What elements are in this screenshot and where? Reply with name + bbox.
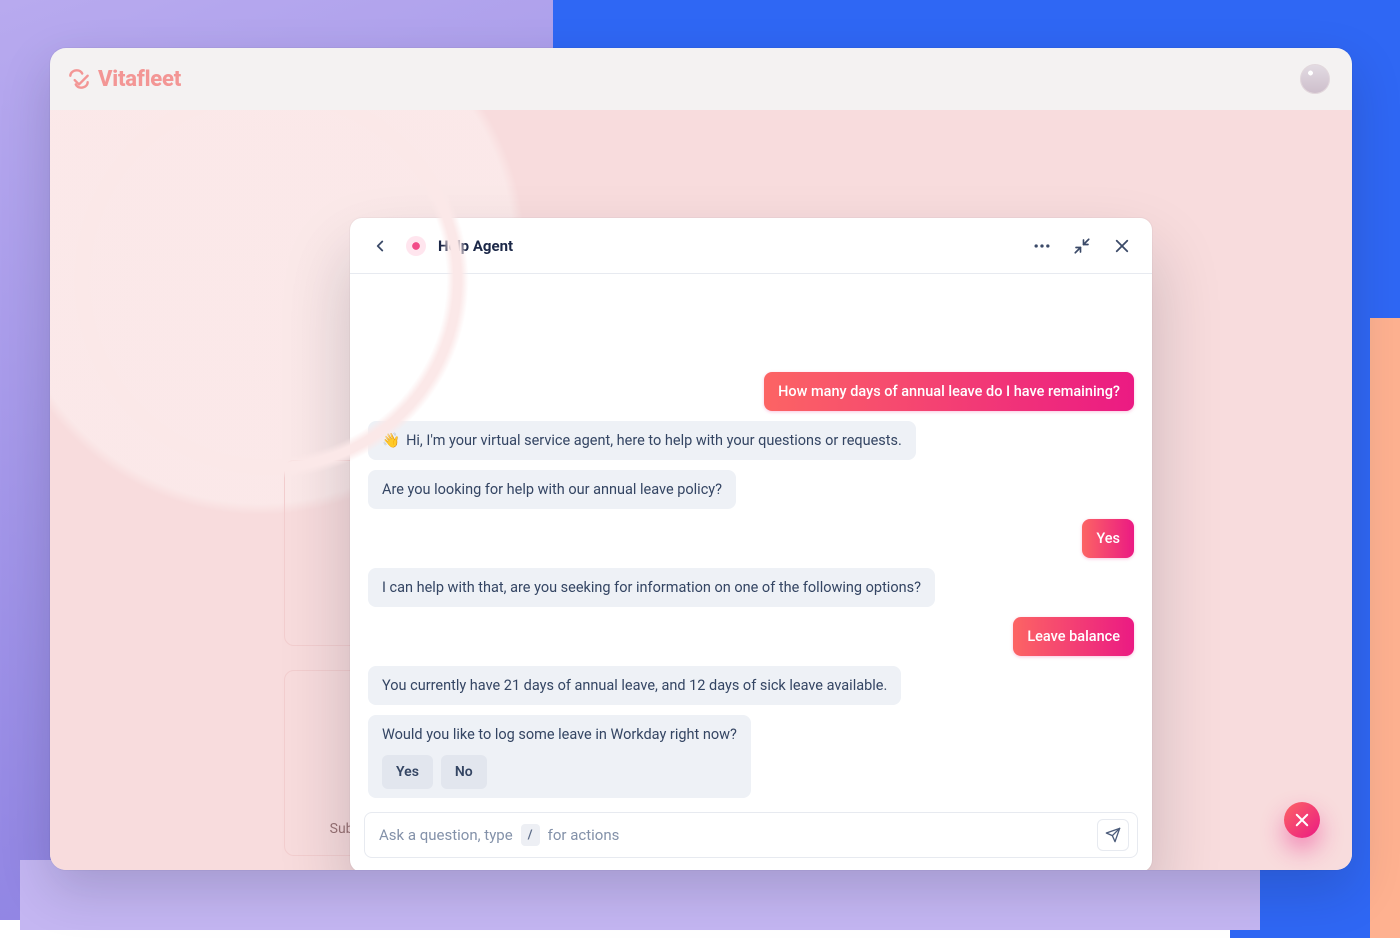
message-text: Would you like to log some leave in Work…	[382, 726, 737, 743]
avatar[interactable]	[1300, 64, 1330, 94]
back-button[interactable]	[366, 232, 394, 260]
user-message: Leave balance	[1013, 617, 1134, 656]
message-text: I can help with that, are you seeking fo…	[382, 579, 921, 596]
bot-message: Are you looking for help with our annual…	[368, 470, 736, 509]
minimize-button[interactable]	[1068, 232, 1096, 260]
close-fab[interactable]	[1284, 802, 1320, 838]
composer-placeholder-post: for actions	[548, 826, 620, 844]
brand-logo-icon	[66, 66, 92, 92]
send-button[interactable]	[1097, 819, 1129, 851]
slash-key-icon: /	[521, 824, 540, 846]
modal-title: Help Agent	[438, 237, 513, 255]
message-text: Hi, I'm your virtual service agent, here…	[406, 432, 902, 449]
send-icon	[1105, 827, 1121, 843]
bot-message: I can help with that, are you seeking fo…	[368, 568, 935, 607]
more-button[interactable]	[1028, 232, 1056, 260]
close-button[interactable]	[1108, 232, 1136, 260]
minimize-icon	[1073, 237, 1091, 255]
composer-placeholder-pre: Ask a question, type	[379, 826, 513, 844]
page-body: Contact supplies Submit a research propo…	[50, 110, 1352, 870]
chevron-left-icon	[371, 237, 389, 255]
user-message: How many days of annual leave do I have …	[764, 372, 1134, 411]
bot-message: You currently have 21 days of annual lea…	[368, 666, 901, 705]
more-horizontal-icon	[1032, 236, 1052, 256]
brand-name: Vitafleet	[98, 67, 181, 92]
app-window: Vitafleet Contact supplies Submit a rese…	[50, 48, 1352, 870]
close-icon	[1113, 237, 1131, 255]
reply-options: YesNo	[382, 755, 737, 789]
message-text: Yes	[1096, 530, 1120, 547]
bot-message: Would you like to log some leave in Work…	[368, 715, 751, 798]
message-text: How many days of annual leave do I have …	[778, 383, 1120, 400]
close-icon	[1293, 811, 1311, 829]
modal-header: Help Agent	[350, 218, 1152, 274]
message-text: Are you looking for help with our annual…	[382, 481, 722, 498]
agent-avatar-icon	[406, 236, 426, 256]
chat-composer[interactable]: Ask a question, type / for actions	[364, 812, 1138, 858]
help-agent-modal: Help Agent	[350, 218, 1152, 870]
reply-option-button[interactable]: Yes	[382, 755, 433, 789]
chat-thread: How many days of annual leave do I have …	[350, 274, 1152, 806]
user-message: Yes	[1082, 519, 1134, 558]
wave-emoji-icon: 👋	[382, 430, 400, 451]
bot-message: 👋 Hi, I'm your virtual service agent, her…	[368, 421, 916, 460]
message-text: You currently have 21 days of annual lea…	[382, 677, 887, 694]
brand: Vitafleet	[66, 66, 181, 92]
message-text: Leave balance	[1027, 628, 1120, 645]
topbar: Vitafleet	[50, 48, 1352, 110]
reply-option-button[interactable]: No	[441, 755, 487, 789]
